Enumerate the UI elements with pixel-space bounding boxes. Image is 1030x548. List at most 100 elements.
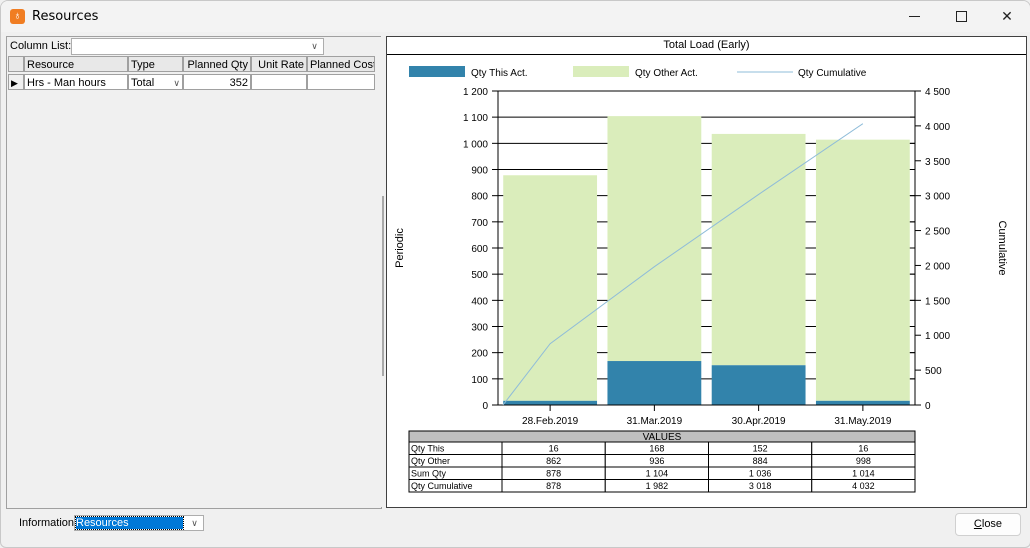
values-table-row-label: Qty Cumulative: [411, 481, 473, 491]
resources-window: ♁ Resources ✕ Column List: ∨ Resource Ty…: [0, 0, 1030, 548]
cell-unit-rate[interactable]: [251, 74, 307, 90]
title-bar: ♁ Resources ✕: [1, 1, 1030, 32]
y-axis-label-periodic: Periodic: [394, 228, 406, 268]
y-right-tick-label: 4 500: [925, 87, 950, 98]
legend-swatch-qty-this: [409, 66, 465, 77]
values-table-value: 1 036: [749, 469, 772, 479]
y-tick-label: 700: [471, 218, 488, 229]
minimize-button[interactable]: [891, 1, 937, 32]
column-header-unit-rate[interactable]: Unit Rate: [251, 56, 307, 72]
cell-planned-cost[interactable]: [307, 74, 375, 90]
legend-label-qty-other: Qty Other Act.: [635, 68, 698, 79]
bar-qty-other: [607, 116, 702, 362]
chevron-down-icon[interactable]: ∨: [187, 516, 202, 530]
legend-label-qty-this: Qty This Act.: [471, 68, 528, 79]
y-tick-label: 1 000: [463, 139, 488, 150]
app-logo-icon: ♁: [10, 9, 25, 24]
y-right-tick-label: 2 500: [925, 227, 950, 238]
y-axis-label-cumulative: Cumulative: [996, 220, 1008, 275]
close-icon: ✕: [1001, 8, 1013, 24]
y-tick-label: 100: [471, 375, 488, 386]
x-tick-label: 31.May.2019: [834, 416, 892, 427]
y-right-tick-label: 1 500: [925, 296, 950, 307]
legend-swatch-qty-other: [573, 66, 629, 77]
y-right-tick-label: 4 000: [925, 122, 950, 133]
column-header-planned-qty[interactable]: Planned Qty: [183, 56, 251, 72]
column-list-dropdown[interactable]: ∨: [71, 38, 324, 55]
row-selector[interactable]: ▶: [8, 74, 24, 90]
values-table-value: 878: [546, 469, 561, 479]
bottom-bar: Information: Resources ∨ Close: [1, 508, 1030, 547]
cell-resource[interactable]: Hrs - Man hours: [24, 74, 128, 90]
y-right-tick-label: 3 500: [925, 157, 950, 168]
values-table-value: 936: [649, 456, 664, 466]
close-button[interactable]: Close: [955, 513, 1021, 536]
values-table-value: 1 014: [852, 469, 875, 479]
grid-corner: [8, 56, 24, 72]
values-table-row-label: Sum Qty: [411, 469, 447, 479]
cell-type-value: Total: [131, 77, 155, 89]
values-table-row-label: Qty Other: [411, 456, 450, 466]
bar-qty-this: [607, 361, 702, 405]
resource-grid-pane: Column List: ∨ Resource Type Planned Qty…: [6, 36, 382, 509]
values-table-row-label: Qty This: [411, 444, 445, 454]
information-label: Information:: [19, 517, 78, 529]
bar-qty-other: [815, 139, 910, 401]
legend: Qty This Act. Qty Other Act. Qty Cumulat…: [409, 66, 867, 79]
x-tick-label: 30.Apr.2019: [732, 416, 786, 427]
y-tick-label: 900: [471, 166, 488, 177]
pane-splitter[interactable]: [381, 36, 385, 507]
minimize-icon: [908, 16, 920, 17]
values-table-value: 1 982: [646, 481, 669, 491]
information-value: Resources: [75, 516, 184, 530]
values-table-value: 998: [856, 456, 871, 466]
information-dropdown[interactable]: Resources ∨: [74, 515, 204, 531]
x-tick-label: 31.Mar.2019: [627, 416, 683, 427]
values-table-value: 16: [549, 444, 559, 454]
column-list-label: Column List:: [10, 40, 72, 52]
values-table-value: 3 018: [749, 481, 772, 491]
cell-planned-qty[interactable]: 352: [183, 74, 251, 90]
y-tick-label: 1 100: [463, 113, 488, 124]
total-load-chart: Qty This Act. Qty Other Act. Qty Cumulat…: [394, 66, 1008, 493]
y-right-tick-label: 500: [925, 366, 942, 377]
window-title: Resources: [32, 9, 99, 24]
close-window-button[interactable]: ✕: [984, 1, 1030, 32]
y-right-tick-label: 1 000: [925, 331, 950, 342]
bars: [503, 116, 910, 405]
y-tick-label: 400: [471, 296, 488, 307]
bar-qty-other: [503, 175, 598, 401]
values-table-value: 168: [649, 444, 664, 454]
values-table-header: VALUES: [643, 432, 682, 443]
chevron-down-icon[interactable]: ∨: [307, 40, 322, 53]
y-right-tick-label: 2 000: [925, 261, 950, 272]
y-tick-label: 0: [482, 401, 488, 412]
values-table-value: 1 104: [646, 469, 669, 479]
column-header-planned-cost[interactable]: Planned Cost: [307, 56, 375, 72]
x-tick-label: 28.Feb.2019: [522, 416, 579, 427]
y-tick-label: 800: [471, 192, 488, 203]
bar-qty-this: [503, 400, 598, 405]
values-table-value: 4 032: [852, 481, 875, 491]
y-tick-label: 300: [471, 323, 488, 334]
y-tick-label: 200: [471, 349, 488, 360]
splitter-grip[interactable]: [382, 196, 384, 376]
column-header-resource[interactable]: Resource: [24, 56, 128, 72]
column-header-type[interactable]: Type: [128, 56, 183, 72]
close-button-label: Close: [973, 518, 1003, 530]
values-table: VALUES Qty This 16 168 152 16 Qty Other 862 936 8…: [408, 430, 916, 493]
maximize-button[interactable]: [938, 1, 984, 32]
y-right-tick-label: 3 000: [925, 192, 950, 203]
y-tick-label: 600: [471, 244, 488, 255]
values-table-value: 152: [753, 444, 768, 454]
maximize-icon: [955, 11, 967, 22]
chevron-down-icon[interactable]: ∨: [173, 75, 180, 89]
values-table-value: 884: [753, 456, 768, 466]
cell-type-dropdown[interactable]: Total ∨: [128, 74, 183, 90]
current-row-arrow-icon: ▶: [11, 78, 18, 88]
chart-pane: Total Load (Early) Qty This Act. Qty Oth…: [386, 36, 1027, 508]
values-table-value: 16: [858, 444, 868, 454]
y-tick-label: 500: [471, 270, 488, 281]
bar-qty-this: [711, 365, 806, 405]
values-table-value: 862: [546, 456, 561, 466]
